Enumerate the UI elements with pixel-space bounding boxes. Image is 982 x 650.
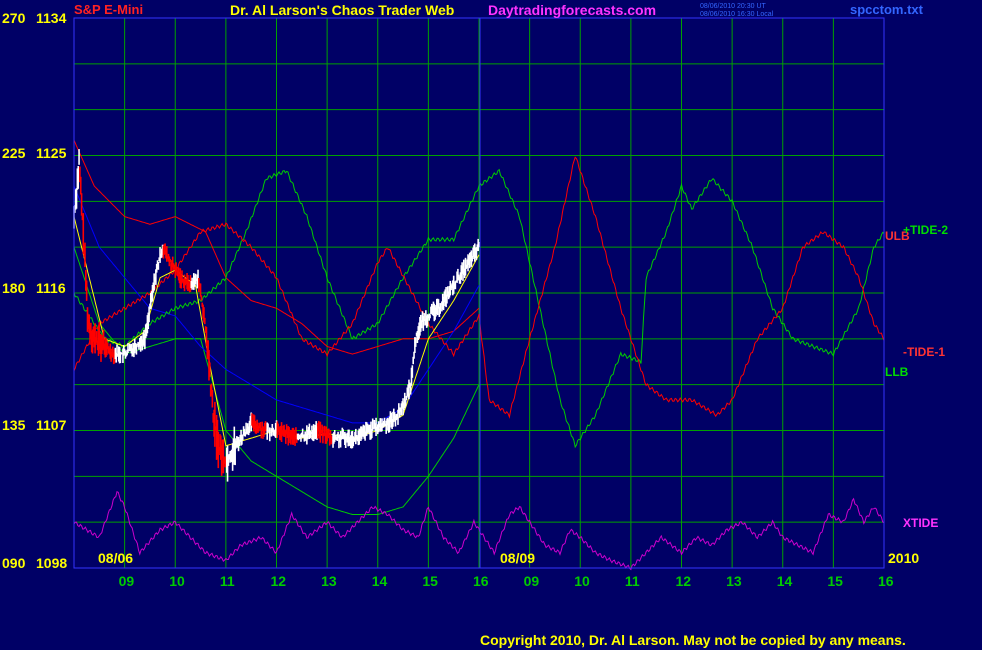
x-tick-label: 10: [574, 573, 590, 589]
tide-tick-225: 225: [2, 145, 26, 161]
date-label-0809: 08/09: [500, 550, 535, 566]
copyright-text: Copyright 2010, Dr. Al Larson. May not b…: [480, 632, 906, 648]
series-label-xtide: XTIDE: [903, 516, 938, 530]
x-tick-label: 12: [271, 573, 287, 589]
price-tick-1098: 1098: [36, 555, 67, 571]
x-tick-label: 12: [676, 573, 692, 589]
chaos-trader-chart: 09 10 11 12 13 14 15 16 09 10 11 12 13 14 15 16 S&P E-M…: [0, 0, 982, 650]
series-label-llb: LLB: [885, 365, 909, 379]
x-tick-label: 15: [827, 573, 843, 589]
x-tick-label: 11: [220, 573, 235, 589]
ut-time: 08/06/2010 20:30 UT: [700, 3, 766, 10]
tide-tick-180: 180: [2, 280, 26, 296]
x-tick-label: 11: [625, 573, 640, 589]
tide-tick-270: 270: [2, 10, 26, 26]
x-tick-label: 16: [878, 573, 894, 589]
date-label-year: 2010: [888, 550, 919, 566]
chart-title: Dr. Al Larson's Chaos Trader Web: [230, 2, 454, 18]
tide-tick-090: 090: [2, 555, 26, 571]
x-tick-label: 13: [321, 573, 337, 589]
date-label-0806: 08/06: [98, 550, 133, 566]
instrument-label: S&P E-Mini: [74, 2, 143, 17]
price-tick-1134: 1134: [36, 10, 67, 26]
x-tick-label: 10: [169, 573, 185, 589]
x-tick-label: 16: [473, 573, 489, 589]
x-tick-label: 13: [726, 573, 742, 589]
x-tick-label: 09: [524, 573, 540, 589]
x-tick-label: 09: [119, 573, 135, 589]
x-tick-label: 14: [372, 573, 388, 589]
x-tick-label: 14: [777, 573, 793, 589]
series-label-tide-plus: +TIDE-2: [903, 223, 948, 237]
tide-tick-135: 135: [2, 417, 26, 433]
local-time: 08/06/2010 16:30 Local: [700, 11, 774, 18]
series-label-tide-minus: -TIDE-1: [903, 345, 945, 359]
x-tick-label: 15: [422, 573, 438, 589]
file-name: spcctom.txt: [850, 2, 924, 17]
price-tick-1116: 1116: [36, 280, 66, 296]
price-tick-1125: 1125: [36, 145, 67, 161]
site-name: Daytradingforecasts.com: [488, 2, 656, 18]
price-tick-1107: 1107: [36, 417, 67, 433]
